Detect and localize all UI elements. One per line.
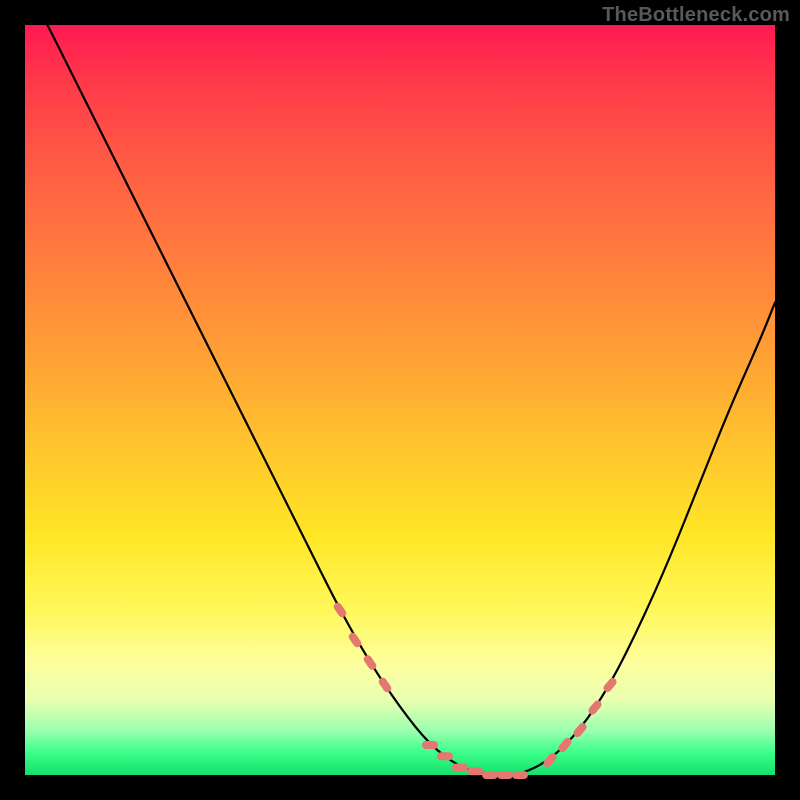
marker-dash [452,764,468,772]
marker-dash [482,771,498,779]
watermark-label: TheBottleneck.com [602,4,790,27]
chart-overlay [25,25,775,775]
highlighted-points [332,601,618,779]
marker-dash [497,771,513,779]
marker-dash [437,752,453,760]
marker-dash [422,741,438,749]
marker-dash [332,601,348,619]
marker-dash [587,699,603,716]
marker-dash [467,767,483,775]
marker-dash [512,771,528,779]
chart-frame: TheBottleneck.com [0,0,800,800]
bottleneck-curve [48,25,776,775]
